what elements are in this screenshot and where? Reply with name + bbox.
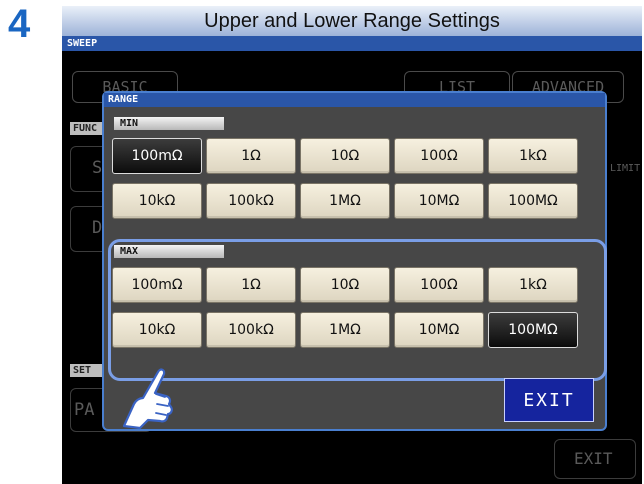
max-section-highlight-frame (108, 239, 607, 381)
pointing-hand-icon (122, 368, 173, 430)
min-range-100mohm[interactable]: 100mΩ (112, 138, 202, 174)
bg-ghost-s: S (92, 158, 103, 178)
bg-ghost-d: D (92, 218, 103, 238)
section-heading: Upper and Lower Range Settings (62, 6, 642, 36)
bg-limit-text: LIMIT (610, 163, 641, 174)
min-range-10kohm[interactable]: 10kΩ (112, 183, 202, 219)
mode-strip: SWEEP (62, 36, 642, 51)
step-number: 4 (8, 2, 31, 46)
range-dialog-title: RANGE (104, 93, 605, 107)
exit-button[interactable]: EXIT (504, 378, 594, 422)
min-range-1kohm[interactable]: 1kΩ (488, 138, 578, 174)
device-screen: SWEEP BASIC LIST ADVANCED FUNC S D LIMIT… (62, 36, 642, 484)
min-range-100kohm[interactable]: 100kΩ (206, 183, 296, 219)
min-range-10mohm[interactable]: 10MΩ (394, 183, 484, 219)
min-range-1mohm[interactable]: 1MΩ (300, 183, 390, 219)
min-range-1ohm[interactable]: 1Ω (206, 138, 296, 174)
min-range-100ohm[interactable]: 100Ω (394, 138, 484, 174)
min-range-grid: 100mΩ 1Ω 10Ω 100Ω 1kΩ 10kΩ 100kΩ 1MΩ 10M… (112, 138, 602, 219)
bg-ghost-pa: PA (74, 400, 95, 420)
min-range-100mohm-max[interactable]: 100MΩ (488, 183, 578, 219)
min-section-label: MIN (114, 117, 224, 130)
min-range-10ohm[interactable]: 10Ω (300, 138, 390, 174)
bg-exit-text: EXIT (574, 449, 613, 468)
